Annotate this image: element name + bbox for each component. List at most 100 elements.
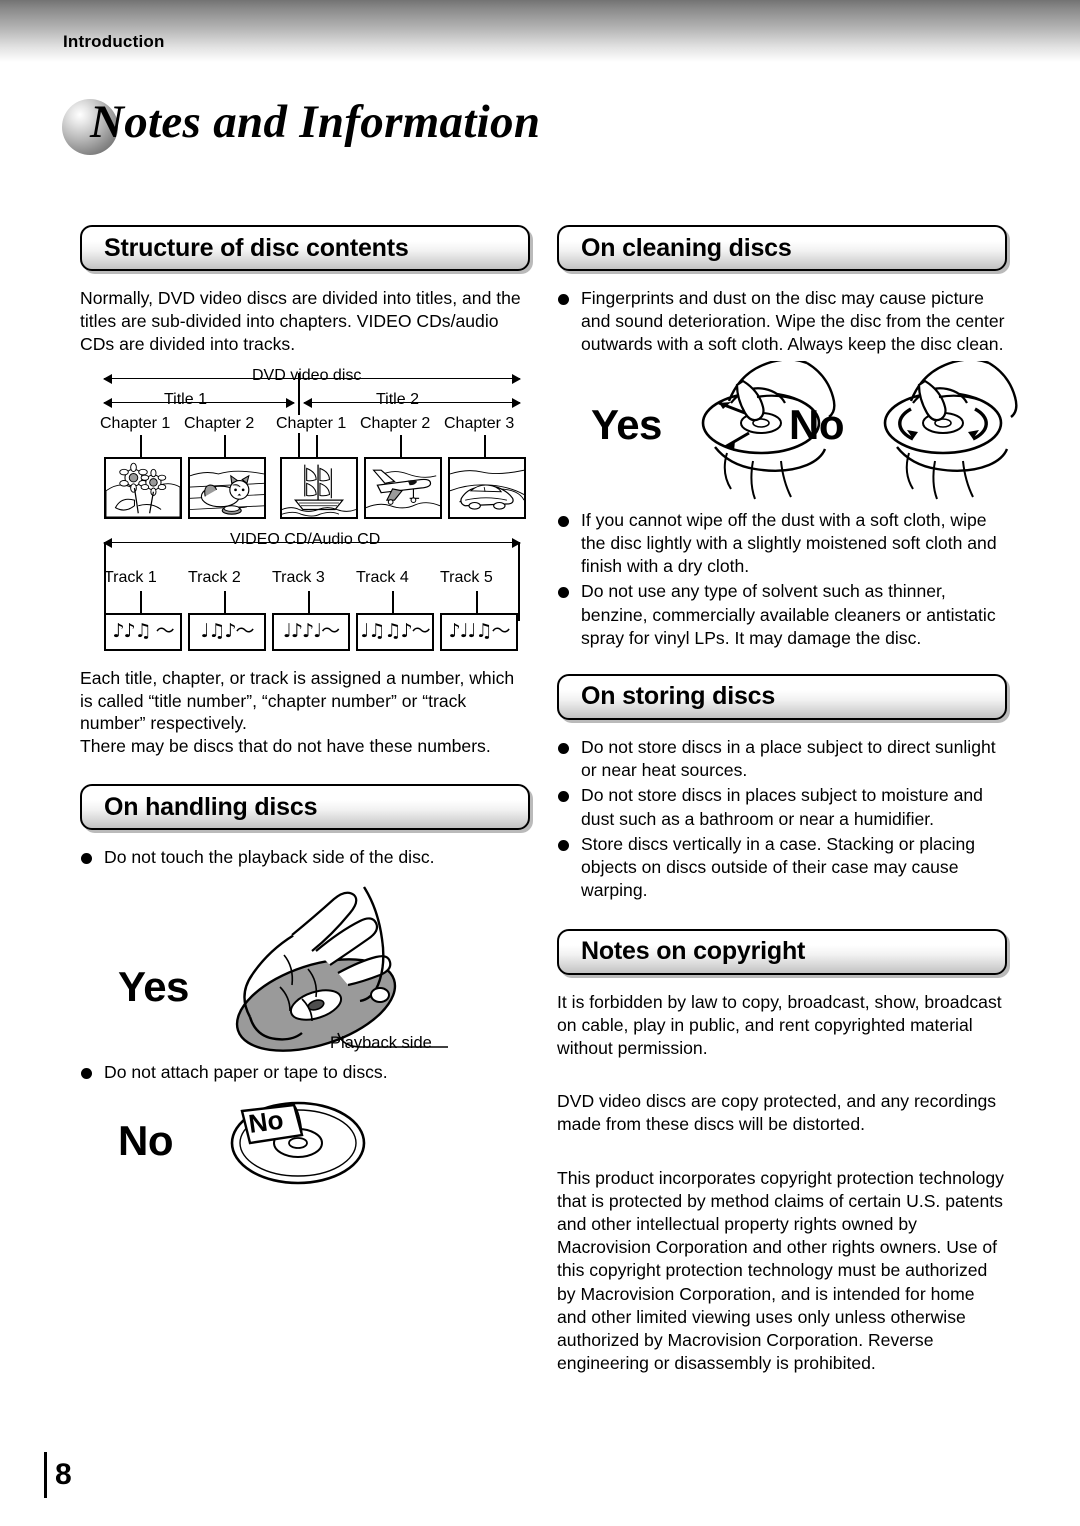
cleaning-bullet-2-text: If you cannot wipe off the dust with a s… <box>581 509 997 577</box>
hand-holding-disc-illustration: Yes Playback side <box>80 871 530 1067</box>
dvd-structure-diagram: DVD video disc Title 1 Title 2 Chapter 1 <box>94 366 528 521</box>
section-header-copyright-label: Notes on copyright <box>581 937 806 965</box>
chapter-tick-5 <box>484 434 486 457</box>
chapter-thumb-car <box>448 456 526 519</box>
track-label-3: Track 3 <box>272 568 325 586</box>
disc-wiping-illustration: Yes No <box>557 360 1018 509</box>
chapter-label-1: Chapter 1 <box>94 414 177 433</box>
list-item: If you cannot wipe off the dust with a s… <box>557 509 1007 579</box>
yes-label-handling: Yes <box>118 963 189 1011</box>
page-number: 8 <box>55 1458 72 1491</box>
dvd-span-label: DVD video disc <box>246 366 368 385</box>
chapter-tick-2 <box>224 434 226 457</box>
storing-bullet-1-text: Do not store discs in a place subject to… <box>581 736 996 781</box>
cd-span-arrow <box>103 538 521 547</box>
list-item: Do not touch the playback side of the di… <box>80 846 530 869</box>
copyright-paragraph-2: DVD video discs are copy protected, and … <box>557 1091 997 1135</box>
list-item: Fingerprints and dust on the disc may ca… <box>557 287 1007 357</box>
handling-bullet-list-2: Do not attach paper or tape to discs. <box>80 1061 530 1084</box>
bullet-dot-icon <box>558 742 569 754</box>
cleaning-bullet-list-2: If you cannot wipe off the dust with a s… <box>557 509 1007 650</box>
chapter-thumb-cat <box>188 456 266 519</box>
manual-page: Introduction Notes and Information Struc… <box>0 0 1080 1526</box>
title-1-arrow <box>103 398 295 407</box>
no-sticker-disc-drawing: No <box>230 1101 366 1184</box>
bullet-dot-icon <box>558 839 569 851</box>
title-2-arrow <box>303 398 521 407</box>
copyright-paragraph-3: This product incorporates copyright prot… <box>557 1167 1004 1374</box>
title-1-label: Title 1 <box>158 390 213 409</box>
section-header-copyright: Notes on copyright <box>557 928 1007 975</box>
page-title: Notes and Information <box>90 96 541 148</box>
section-header-storing: On storing discs <box>557 673 1007 720</box>
left-column: Structure of disc contents Normally, DVD… <box>80 225 530 1201</box>
structure-outro-1: Each title, chapter, or track is assigne… <box>80 667 515 734</box>
bullet-dot-icon <box>81 853 92 865</box>
track-tick-1 <box>140 590 142 613</box>
title-2-label: Title 2 <box>370 390 425 409</box>
bullet-dot-icon <box>558 294 569 305</box>
playback-side-callout: Playback side <box>330 1034 432 1053</box>
section-header-structure-label: Structure of disc contents <box>104 233 409 262</box>
running-header-bar: Introduction <box>0 0 1080 62</box>
bullet-dot-icon <box>81 1068 92 1080</box>
list-item: Do not attach paper or tape to discs. <box>80 1061 530 1084</box>
cd-right-edge <box>518 542 520 621</box>
bullet-dot-icon <box>558 791 569 803</box>
disc-with-sticker-illustration: No No <box>80 1091 530 1201</box>
section-header-handling-label: On handling discs <box>104 792 318 821</box>
chapter-label-2: Chapter 2 <box>178 414 261 433</box>
dvd-span-arrow <box>103 374 521 383</box>
track-label-4: Track 4 <box>356 568 409 586</box>
chapter-label-3: Chapter 1 <box>270 414 353 433</box>
storing-bullet-list: Do not store discs in a place subject to… <box>557 736 1007 903</box>
track-tick-2 <box>224 590 226 613</box>
track-tick-4 <box>392 590 394 613</box>
svg-text:No: No <box>247 1104 286 1139</box>
bullet-dot-icon <box>558 587 569 599</box>
track-box-3: ♩♪♪♩～ <box>272 612 350 651</box>
bullet-dot-icon <box>558 515 569 527</box>
wipe-incorrect-drawing <box>883 360 1018 500</box>
storing-bullet-2-text: Do not store discs in places subject to … <box>581 785 983 829</box>
track-box-4: ♩♫♫♪～ <box>356 612 434 651</box>
track-box-1: ♪♪♫ ～ <box>104 612 182 651</box>
handling-bullet-2-text: Do not attach paper or tape to discs. <box>104 1062 388 1083</box>
list-item: Do not store discs in places subject to … <box>557 784 1007 830</box>
cd-structure-diagram: VIDEO CD/Audio CD Track 1 ♪♪♫ ～ Track 2 … <box>98 530 528 661</box>
section-header-storing-label: On storing discs <box>581 682 776 711</box>
track-box-2: ♩♫♪～ <box>188 612 266 651</box>
chapter-label-4: Chapter 2 <box>354 414 437 433</box>
handling-bullet-list-1: Do not touch the playback side of the di… <box>80 846 530 869</box>
storing-bullet-3-text: Store discs vertically in a case. Stacki… <box>581 833 976 901</box>
handling-bullet-1-text: Do not touch the playback side of the di… <box>104 847 435 868</box>
copyright-paragraph-1: It is forbidden by law to copy, broadcas… <box>557 991 1002 1058</box>
page-footer: 8 <box>44 1452 72 1498</box>
list-item: Store discs vertically in a case. Stacki… <box>557 833 1007 903</box>
structure-intro-text: Normally, DVD video discs are divided in… <box>80 288 521 355</box>
section-header-cleaning: On cleaning discs <box>557 225 1007 271</box>
cleaning-bullet-list-1: Fingerprints and dust on the disc may ca… <box>557 287 1007 357</box>
right-column: On cleaning discs Fingerprints and dust … <box>557 225 1018 1388</box>
section-header-cleaning-label: On cleaning discs <box>581 233 792 262</box>
chapter-thumb-airplane <box>364 456 442 519</box>
no-label-cleaning: No <box>789 400 845 448</box>
track-label-5: Track 5 <box>440 568 493 586</box>
no-label-handling: No <box>118 1116 174 1164</box>
track-box-5: ♪♩♩♫～ <box>440 612 518 651</box>
track-tick-3 <box>308 590 310 613</box>
chapter-tick-3 <box>316 434 318 457</box>
section-header-structure: Structure of disc contents <box>80 225 530 271</box>
running-head-label: Introduction <box>63 32 165 51</box>
yes-label-cleaning: Yes <box>591 400 662 448</box>
track-tick-5 <box>476 590 478 613</box>
chapter-label-5: Chapter 3 <box>438 414 521 433</box>
cd-span-label: VIDEO CD/Audio CD <box>224 530 387 549</box>
list-item: Do not use any type of solvent such as t… <box>557 580 1007 650</box>
track-label-1: Track 1 <box>104 568 157 586</box>
cleaning-bullet-1-text: Fingerprints and dust on the disc may ca… <box>581 288 1005 355</box>
track-label-2: Track 2 <box>188 568 241 586</box>
cleaning-bullet-3-text: Do not use any type of solvent such as t… <box>581 581 996 648</box>
